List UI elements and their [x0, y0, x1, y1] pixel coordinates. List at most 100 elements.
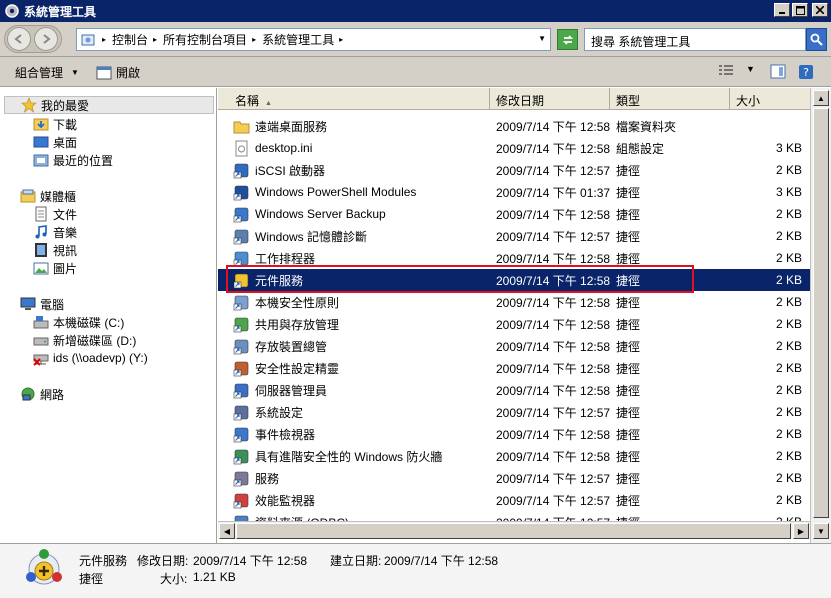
- table-row[interactable]: 本機安全性原則 2009/7/14 下午 12:58 捷徑 2 KB: [218, 291, 810, 313]
- table-row[interactable]: 服務 2009/7/14 下午 12:57 捷徑 2 KB: [218, 467, 810, 489]
- vertical-scroll-thumb[interactable]: [813, 108, 829, 518]
- nav-libraries[interactable]: 媒體櫃: [20, 187, 76, 205]
- file-size-cell: 2 KB: [775, 163, 802, 177]
- table-row[interactable]: 具有進階安全性的 Windows 防火牆 2009/7/14 下午 12:58 捷徑…: [218, 445, 810, 467]
- table-row[interactable]: 工作排程器 2009/7/14 下午 12:58 捷徑 2 KB: [218, 247, 810, 269]
- date-modified-cell: 2009/7/14 下午 12:57: [496, 229, 611, 244]
- nav-favorites[interactable]: 我的最愛: [4, 96, 214, 114]
- table-row[interactable]: 伺服器管理員 2009/7/14 下午 12:58 捷徑 2 KB: [218, 379, 810, 401]
- table-row[interactable]: Windows 記憶體診斷 2009/7/14 下午 12:57 捷徑 2 KB: [218, 225, 810, 247]
- nav-desktop[interactable]: 桌面: [33, 133, 77, 151]
- back-button[interactable]: [7, 27, 31, 51]
- column-date-label: 修改日期: [496, 94, 545, 108]
- horizontal-scroll-thumb[interactable]: [236, 523, 791, 539]
- admin-tools-icon: [5, 4, 19, 18]
- table-row[interactable]: iSCSI 啟動器 2009/7/14 下午 12:57 捷徑 2 KB: [218, 159, 810, 181]
- file-type-cell: 捷徑: [616, 361, 641, 376]
- breadcrumb-arrow-icon[interactable]: ▸: [339, 35, 343, 44]
- table-row[interactable]: 安全性設定精靈 2009/7/14 下午 12:58 捷徑 2 KB: [218, 357, 810, 379]
- file-name-label: 事件檢視器: [255, 427, 316, 442]
- table-row[interactable]: Windows Server Backup 2009/7/14 下午 12:58 捷…: [218, 203, 810, 225]
- search-button[interactable]: [806, 28, 827, 51]
- file-size-cell: 2 KB: [775, 207, 802, 221]
- network-icon: [21, 387, 35, 401]
- details-modified-label: 修改日期:: [137, 554, 189, 568]
- forward-button[interactable]: [34, 27, 58, 51]
- date-modified-cell: 2009/7/14 下午 12:58: [496, 119, 611, 134]
- nav-downloads[interactable]: 下載: [33, 115, 77, 133]
- nav-network[interactable]: 網路: [20, 385, 64, 403]
- breadcrumb-arrow-icon[interactable]: ▸: [153, 35, 157, 44]
- table-row[interactable]: 元件服務 2009/7/14 下午 12:58 捷徑 2 KB: [218, 269, 810, 291]
- nav-local-disk-c[interactable]: 本機磁碟 (C:): [33, 313, 124, 331]
- organize-button[interactable]: 組合管理 ▼: [15, 64, 79, 81]
- table-row[interactable]: 遠端桌面服務 2009/7/14 下午 12:58 檔案資料夾: [218, 115, 810, 137]
- address-dropdown-icon[interactable]: ▼: [538, 34, 546, 43]
- nav-disk-d[interactable]: 新增磁碟區 (D:): [33, 331, 136, 349]
- table-row[interactable]: 系統設定 2009/7/14 下午 12:57 捷徑 2 KB: [218, 401, 810, 423]
- table-row[interactable]: 存放裝置總管 2009/7/14 下午 12:58 捷徑 2 KB: [218, 335, 810, 357]
- address-box[interactable]: ▸ 控制台 ▸ 所有控制台項目 ▸ 系統管理工具 ▸ ▼: [76, 28, 551, 51]
- nav-videos[interactable]: 視訊: [33, 241, 77, 259]
- close-button[interactable]: [812, 3, 828, 17]
- refresh-button[interactable]: [557, 29, 578, 50]
- table-row[interactable]: 共用與存放管理 2009/7/14 下午 12:58 捷徑 2 KB: [218, 313, 810, 335]
- help-button[interactable]: ?: [798, 64, 814, 80]
- nav-computer-label: 電腦: [40, 297, 65, 312]
- sort-ascending-icon: ▲: [265, 100, 272, 107]
- column-size[interactable]: 大小: [730, 88, 810, 110]
- table-row[interactable]: 事件檢視器 2009/7/14 下午 12:58 捷徑 2 KB: [218, 423, 810, 445]
- change-view-button[interactable]: [718, 64, 734, 78]
- file-type-cell: 捷徑: [616, 493, 641, 508]
- file-name-label: Windows Server Backup: [255, 207, 386, 221]
- services-shortcut-icon: [233, 471, 249, 486]
- scroll-down-arrow-icon[interactable]: ▼: [813, 523, 829, 539]
- breadcrumb-arrow-icon[interactable]: ▸: [252, 35, 256, 44]
- column-name[interactable]: 名稱 ▲: [218, 88, 490, 110]
- minimize-button[interactable]: [774, 3, 790, 17]
- horizontal-scrollbar[interactable]: ◀ ▶: [218, 521, 810, 539]
- desktop-icon: [33, 136, 49, 148]
- scroll-left-arrow-icon[interactable]: ◀: [219, 523, 235, 539]
- scroll-up-arrow-icon[interactable]: ▲: [813, 90, 829, 106]
- disk-icon: [33, 337, 49, 346]
- file-size-cell: 2 KB: [775, 405, 802, 419]
- search-input[interactable]: 搜尋 系統管理工具: [584, 28, 806, 51]
- details-size-label: 大小:: [160, 572, 188, 586]
- scroll-right-arrow-icon[interactable]: ▶: [793, 523, 809, 539]
- nav-documents[interactable]: 文件: [33, 205, 77, 223]
- backup-shortcut-icon: [233, 207, 249, 222]
- details-modified-value: 2009/7/14 下午 12:58: [193, 554, 308, 568]
- preview-pane-button[interactable]: [770, 64, 786, 79]
- table-row[interactable]: 效能監視器 2009/7/14 下午 12:57 捷徑 2 KB: [218, 489, 810, 511]
- breadcrumb-admin-tools[interactable]: 系統管理工具: [262, 31, 334, 48]
- vertical-scrollbar[interactable]: ▲ ▼: [810, 88, 831, 543]
- details-created-value: 2009/7/14 下午 12:58: [384, 554, 499, 568]
- svg-text:?: ?: [803, 66, 809, 79]
- file-size-cell: 2 KB: [775, 383, 802, 397]
- view-dropdown-icon[interactable]: ▼: [746, 64, 755, 74]
- chevron-down-icon: ▼: [71, 68, 79, 77]
- file-type-cell: 捷徑: [616, 449, 641, 464]
- column-date-modified[interactable]: 修改日期: [490, 88, 610, 110]
- date-modified-cell: 2009/7/14 下午 12:57: [496, 405, 611, 420]
- breadcrumb-control-panel[interactable]: 控制台: [112, 31, 148, 48]
- nav-pictures[interactable]: 圖片: [33, 259, 77, 277]
- nav-music[interactable]: 音樂: [33, 223, 77, 241]
- breadcrumb-all-items[interactable]: 所有控制台項目: [163, 31, 247, 48]
- nav-network-drive-y[interactable]: ids (\\oadevp) (Y:): [33, 349, 148, 367]
- open-button[interactable]: 開啟: [96, 64, 140, 81]
- nav-recent-places[interactable]: 最近的位置: [33, 151, 113, 169]
- breadcrumb-arrow-icon[interactable]: ▸: [102, 35, 106, 44]
- nav-disk-d-label: 新增磁碟區 (D:): [53, 333, 137, 348]
- column-type[interactable]: 類型: [610, 88, 730, 110]
- nav-favorites-label: 我的最愛: [41, 98, 90, 113]
- table-row[interactable]: desktop.ini 2009/7/14 下午 12:58 組態設定 3 KB: [218, 137, 810, 159]
- storage-explorer-shortcut-icon: [233, 339, 249, 354]
- nav-network-drive-y-label: ids (\\oadevp) (Y:): [53, 351, 148, 365]
- table-row[interactable]: Windows PowerShell Modules 2009/7/14 下午 0…: [218, 181, 810, 203]
- nav-computer[interactable]: 電腦: [20, 295, 64, 313]
- file-name-cell: 服務: [233, 470, 279, 487]
- date-modified-cell: 2009/7/14 下午 12:58: [496, 251, 611, 266]
- maximize-button[interactable]: [792, 3, 808, 17]
